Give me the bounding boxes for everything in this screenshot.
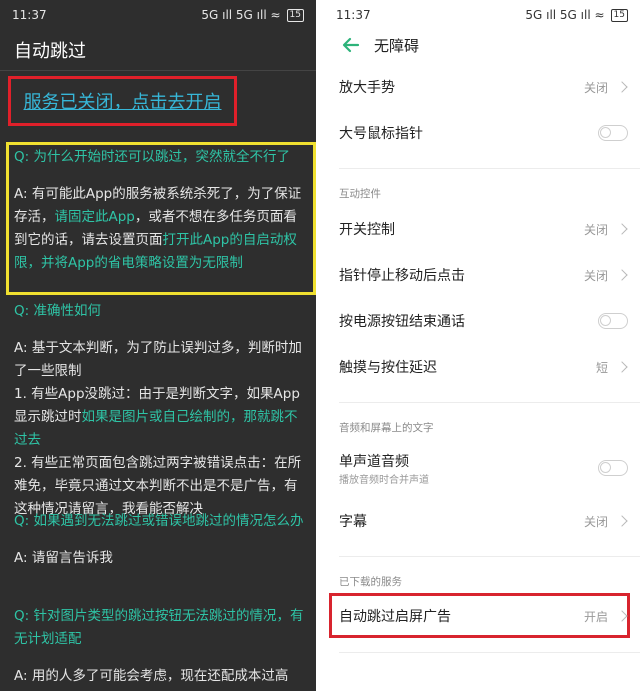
setting-value: 开启 bbox=[583, 609, 608, 624]
setting-mono-audio[interactable]: 单声道音频 播放音频时合并声道 bbox=[339, 448, 630, 488]
setting-large-pointer[interactable]: 大号鼠标指针 bbox=[339, 120, 630, 146]
title-divider bbox=[0, 70, 316, 71]
divider bbox=[339, 168, 640, 169]
setting-label: 按电源按钮结束通话 bbox=[339, 314, 465, 330]
setting-label: 开关控制 bbox=[339, 222, 395, 238]
power-ends-call-toggle[interactable] bbox=[598, 313, 628, 329]
faq-question: Q: 准确性如何 bbox=[14, 303, 101, 319]
section-header: 音频和屏幕上的文字 bbox=[339, 422, 434, 434]
status-time: 11:37 bbox=[12, 8, 47, 22]
chevron-right-icon bbox=[616, 361, 628, 373]
setting-switch-control[interactable]: 开关控制 关闭 bbox=[339, 216, 630, 242]
page-title: 无障碍 bbox=[374, 36, 420, 55]
divider bbox=[339, 652, 640, 653]
setting-label: 放大手势 bbox=[339, 80, 395, 96]
setting-value: 关闭 bbox=[583, 222, 608, 237]
right-screen: 11:37 5G ıll 5G ıll ≈ 15 无障碍 放大手势 关闭 大号鼠… bbox=[324, 0, 640, 691]
faq-answer: A: 基于文本判断，为了防止误判过多，判断时加了一些限制 bbox=[14, 340, 302, 379]
chevron-right-icon bbox=[616, 223, 628, 235]
faq-answer-point: 1. 有些App没跳过：由于是判断文字，如果App显示跳过时如果是图片或自己绘制… bbox=[14, 383, 310, 452]
divider bbox=[339, 556, 640, 557]
signal-icon: 5G ıll 5G ıll ≈ bbox=[525, 8, 605, 22]
setting-auto-skip-service[interactable]: 自动跳过启屏广告 开启 bbox=[339, 603, 630, 629]
large-pointer-toggle[interactable] bbox=[598, 125, 628, 141]
faq-question: Q: 如果遇到无法跳过或错误地跳过的情况怎么办 bbox=[14, 513, 304, 529]
status-time: 11:37 bbox=[336, 8, 371, 22]
battery-icon: 15 bbox=[610, 8, 628, 22]
setting-value: 关闭 bbox=[583, 268, 608, 283]
faq-answer: A: 用的人多了可能会考虑，现在还配成本过高 bbox=[14, 668, 289, 684]
setting-value: 关闭 bbox=[583, 514, 608, 529]
panel-gap bbox=[316, 0, 324, 691]
setting-label: 触摸与按住延迟 bbox=[339, 360, 437, 376]
faq-item: Q: 如果遇到无法跳过或错误地跳过的情况怎么办 A: 请留言告诉我 bbox=[14, 510, 310, 570]
setting-value: 关闭 bbox=[583, 80, 608, 95]
chevron-right-icon bbox=[616, 610, 628, 622]
chevron-right-icon bbox=[616, 81, 628, 93]
status-bar: 11:37 5G ıll 5G ıll ≈ 15 bbox=[324, 0, 640, 30]
faq-item: Q: 针对图片类型的跳过按钮无法跳过的情况，有无计划适配 A: 用的人多了可能会… bbox=[14, 605, 310, 688]
service-highlight-box: 服务已关闭，点击去开启 bbox=[8, 76, 237, 126]
faq-answer: A: 请留言告诉我 bbox=[14, 550, 113, 566]
setting-label: 自动跳过启屏广告 bbox=[339, 609, 451, 625]
setting-label: 大号鼠标指针 bbox=[339, 126, 423, 142]
setting-label: 指针停止移动后点击 bbox=[339, 268, 465, 284]
enable-service-link[interactable]: 服务已关闭，点击去开启 bbox=[24, 88, 222, 114]
faq-answer: A: 有可能此App的服务被系统杀死了，为了保证存活，请固定此App，或者不想在… bbox=[14, 183, 310, 275]
header-bar: 无障碍 bbox=[324, 30, 640, 60]
setting-label: 单声道音频 bbox=[339, 453, 409, 470]
mono-audio-toggle[interactable] bbox=[598, 460, 628, 476]
left-screen: 11:37 5G ıll 5G ıll ≈ 15 自动跳过 服务已关闭，点击去开… bbox=[0, 0, 316, 691]
faq-question: Q: 为什么开始时还可以跳过，突然就全不行了 bbox=[14, 149, 290, 165]
setting-label: 字幕 bbox=[339, 514, 367, 530]
section-header: 已下载的服务 bbox=[339, 576, 402, 588]
setting-dwell-click[interactable]: 指针停止移动后点击 关闭 bbox=[339, 262, 630, 288]
section-header: 互动控件 bbox=[339, 188, 381, 200]
page-title: 自动跳过 bbox=[14, 41, 86, 62]
chevron-right-icon bbox=[616, 269, 628, 281]
chevron-right-icon bbox=[616, 515, 628, 527]
signal-icon: 5G ıll 5G ıll ≈ bbox=[201, 8, 281, 22]
divider bbox=[339, 402, 640, 403]
setting-subtitle: 播放音频时合并声道 bbox=[339, 474, 429, 486]
setting-power-ends-call[interactable]: 按电源按钮结束通话 bbox=[339, 308, 630, 334]
setting-value: 短 bbox=[595, 360, 608, 375]
faq-item: Q: 准确性如何 A: 基于文本判断，为了防止误判过多，判断时加了一些限制 1.… bbox=[14, 300, 310, 521]
faq-item: Q: 为什么开始时还可以跳过，突然就全不行了 A: 有可能此App的服务被系统杀… bbox=[14, 146, 310, 275]
setting-touch-hold-delay[interactable]: 触摸与按住延迟 短 bbox=[339, 354, 630, 380]
setting-magnify-gesture[interactable]: 放大手势 关闭 bbox=[339, 74, 630, 100]
status-bar: 11:37 5G ıll 5G ıll ≈ 15 bbox=[0, 0, 316, 30]
battery-icon: 15 bbox=[286, 8, 304, 22]
faq-question: Q: 针对图片类型的跳过按钮无法跳过的情况，有无计划适配 bbox=[14, 608, 304, 647]
back-arrow-icon[interactable] bbox=[342, 36, 360, 54]
setting-captions[interactable]: 字幕 关闭 bbox=[339, 508, 630, 534]
pin-app-link[interactable]: 请固定此App bbox=[55, 209, 135, 225]
